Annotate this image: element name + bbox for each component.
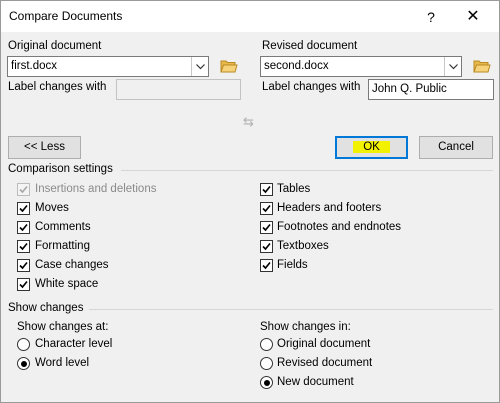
chevron-down-icon[interactable] (191, 57, 208, 76)
moves-label: Moves (35, 202, 69, 214)
original-document-radio[interactable] (260, 338, 273, 351)
original-label-changes-label: Label changes with (8, 81, 107, 93)
textboxes-checkbox[interactable] (260, 240, 273, 253)
new-document-radio[interactable] (260, 376, 273, 389)
fields-label: Fields (277, 259, 308, 271)
fields-checkbox[interactable] (260, 259, 273, 272)
cancel-button[interactable]: Cancel (419, 136, 493, 159)
new-document-option-label: New document (277, 376, 354, 388)
insertions-deletions-checkbox (17, 183, 30, 196)
title-bar: Compare Documents ? ✕ (1, 1, 499, 32)
section-divider (89, 309, 493, 310)
section-divider (121, 170, 493, 171)
character-level-label: Character level (35, 338, 113, 350)
revised-document-radio[interactable] (260, 357, 273, 370)
original-label-changes-field[interactable] (116, 79, 241, 100)
revised-label-changes-field[interactable]: John Q. Public (368, 79, 494, 100)
headers-footers-label: Headers and footers (277, 202, 382, 214)
footnotes-endnotes-checkbox[interactable] (260, 221, 273, 234)
word-level-radio[interactable] (17, 357, 30, 370)
moves-checkbox[interactable] (17, 202, 30, 215)
footnotes-endnotes-label: Footnotes and endnotes (277, 221, 402, 233)
word-level-label: Word level (35, 357, 90, 369)
insertions-deletions-label: Insertions and deletions (35, 183, 157, 195)
comments-checkbox[interactable] (17, 221, 30, 234)
chevron-down-icon[interactable] (444, 57, 461, 76)
less-button[interactable]: << Less (8, 136, 81, 159)
ok-button[interactable]: OK (335, 136, 408, 159)
white-space-checkbox[interactable] (17, 278, 30, 291)
formatting-checkbox[interactable] (17, 240, 30, 253)
comments-label: Comments (35, 221, 91, 233)
tables-label: Tables (277, 183, 311, 195)
swap-documents-icon[interactable]: ⇆ (243, 114, 254, 130)
revised-document-value: second.docx (264, 60, 329, 72)
character-level-radio[interactable] (17, 338, 30, 351)
revised-label-changes-value: John Q. Public (372, 83, 447, 95)
dialog-title: Compare Documents (9, 9, 123, 23)
case-changes-checkbox[interactable] (17, 259, 30, 272)
revised-label-changes-label: Label changes with (262, 81, 361, 93)
folder-icon[interactable] (473, 58, 491, 74)
folder-icon[interactable] (220, 58, 238, 74)
comparison-settings-heading: Comparison settings (8, 163, 113, 175)
original-document-value: first.docx (11, 60, 58, 72)
revised-document-combo[interactable]: second.docx (260, 56, 462, 77)
show-changes-at-label: Show changes at: (17, 321, 109, 333)
help-icon[interactable]: ? (417, 5, 445, 29)
revised-document-label: Revised document (262, 40, 358, 52)
headers-footers-checkbox[interactable] (260, 202, 273, 215)
original-document-combo[interactable]: first.docx (7, 56, 209, 77)
case-changes-label: Case changes (35, 259, 109, 271)
revised-document-option-label: Revised document (277, 357, 373, 369)
ok-button-label: OK (353, 141, 390, 153)
formatting-label: Formatting (35, 240, 90, 252)
close-icon[interactable]: ✕ (459, 5, 487, 29)
white-space-label: White space (35, 278, 99, 290)
original-document-option-label: Original document (277, 338, 371, 350)
tables-checkbox[interactable] (260, 183, 273, 196)
textboxes-label: Textboxes (277, 240, 329, 252)
original-document-label: Original document (8, 40, 102, 52)
show-changes-in-label: Show changes in: (260, 321, 351, 333)
show-changes-heading: Show changes (8, 302, 84, 314)
compare-documents-dialog: Compare Documents ? ✕ Original document … (0, 0, 500, 403)
